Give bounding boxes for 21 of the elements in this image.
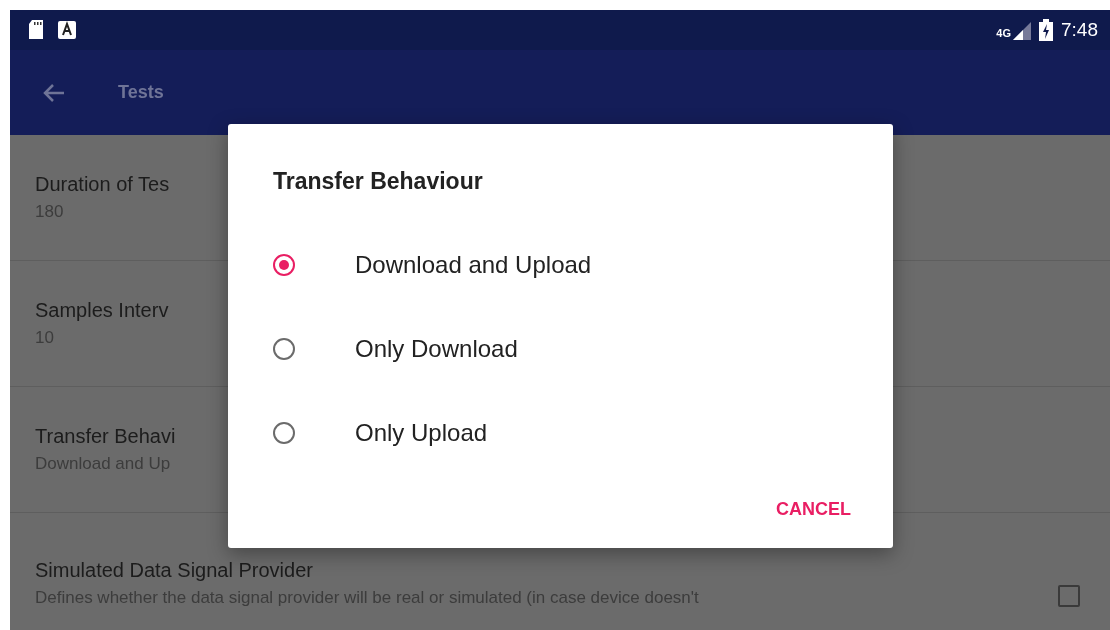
checkbox[interactable]	[1058, 585, 1080, 607]
setting-title: Duration of Tes	[35, 173, 170, 196]
network-type-label: 4G	[996, 27, 1011, 39]
setting-title: Samples Interv	[35, 299, 169, 322]
battery-charging-icon	[1039, 19, 1053, 41]
dialog-title: Transfer Behaviour	[273, 168, 483, 195]
clock-time: 7:48	[1061, 19, 1098, 41]
option-label[interactable]: Only Upload	[355, 419, 488, 447]
signal-icon	[1011, 20, 1031, 40]
option-label[interactable]: Only Download	[355, 335, 518, 363]
screen-title: Tests	[118, 82, 164, 103]
back-arrow-icon[interactable]	[42, 82, 66, 103]
radio-button[interactable]	[273, 338, 295, 360]
setting-title: Transfer Behavi	[35, 425, 176, 448]
sd-card-icon	[28, 20, 44, 40]
radio-button[interactable]	[273, 422, 295, 444]
radio-button[interactable]	[273, 254, 295, 276]
cancel-button[interactable]: CANCEL	[764, 489, 863, 530]
option-label[interactable]: Download and Upload	[355, 251, 592, 279]
setting-title: Simulated Data Signal Provider	[35, 559, 314, 582]
keyboard-icon	[58, 20, 76, 40]
